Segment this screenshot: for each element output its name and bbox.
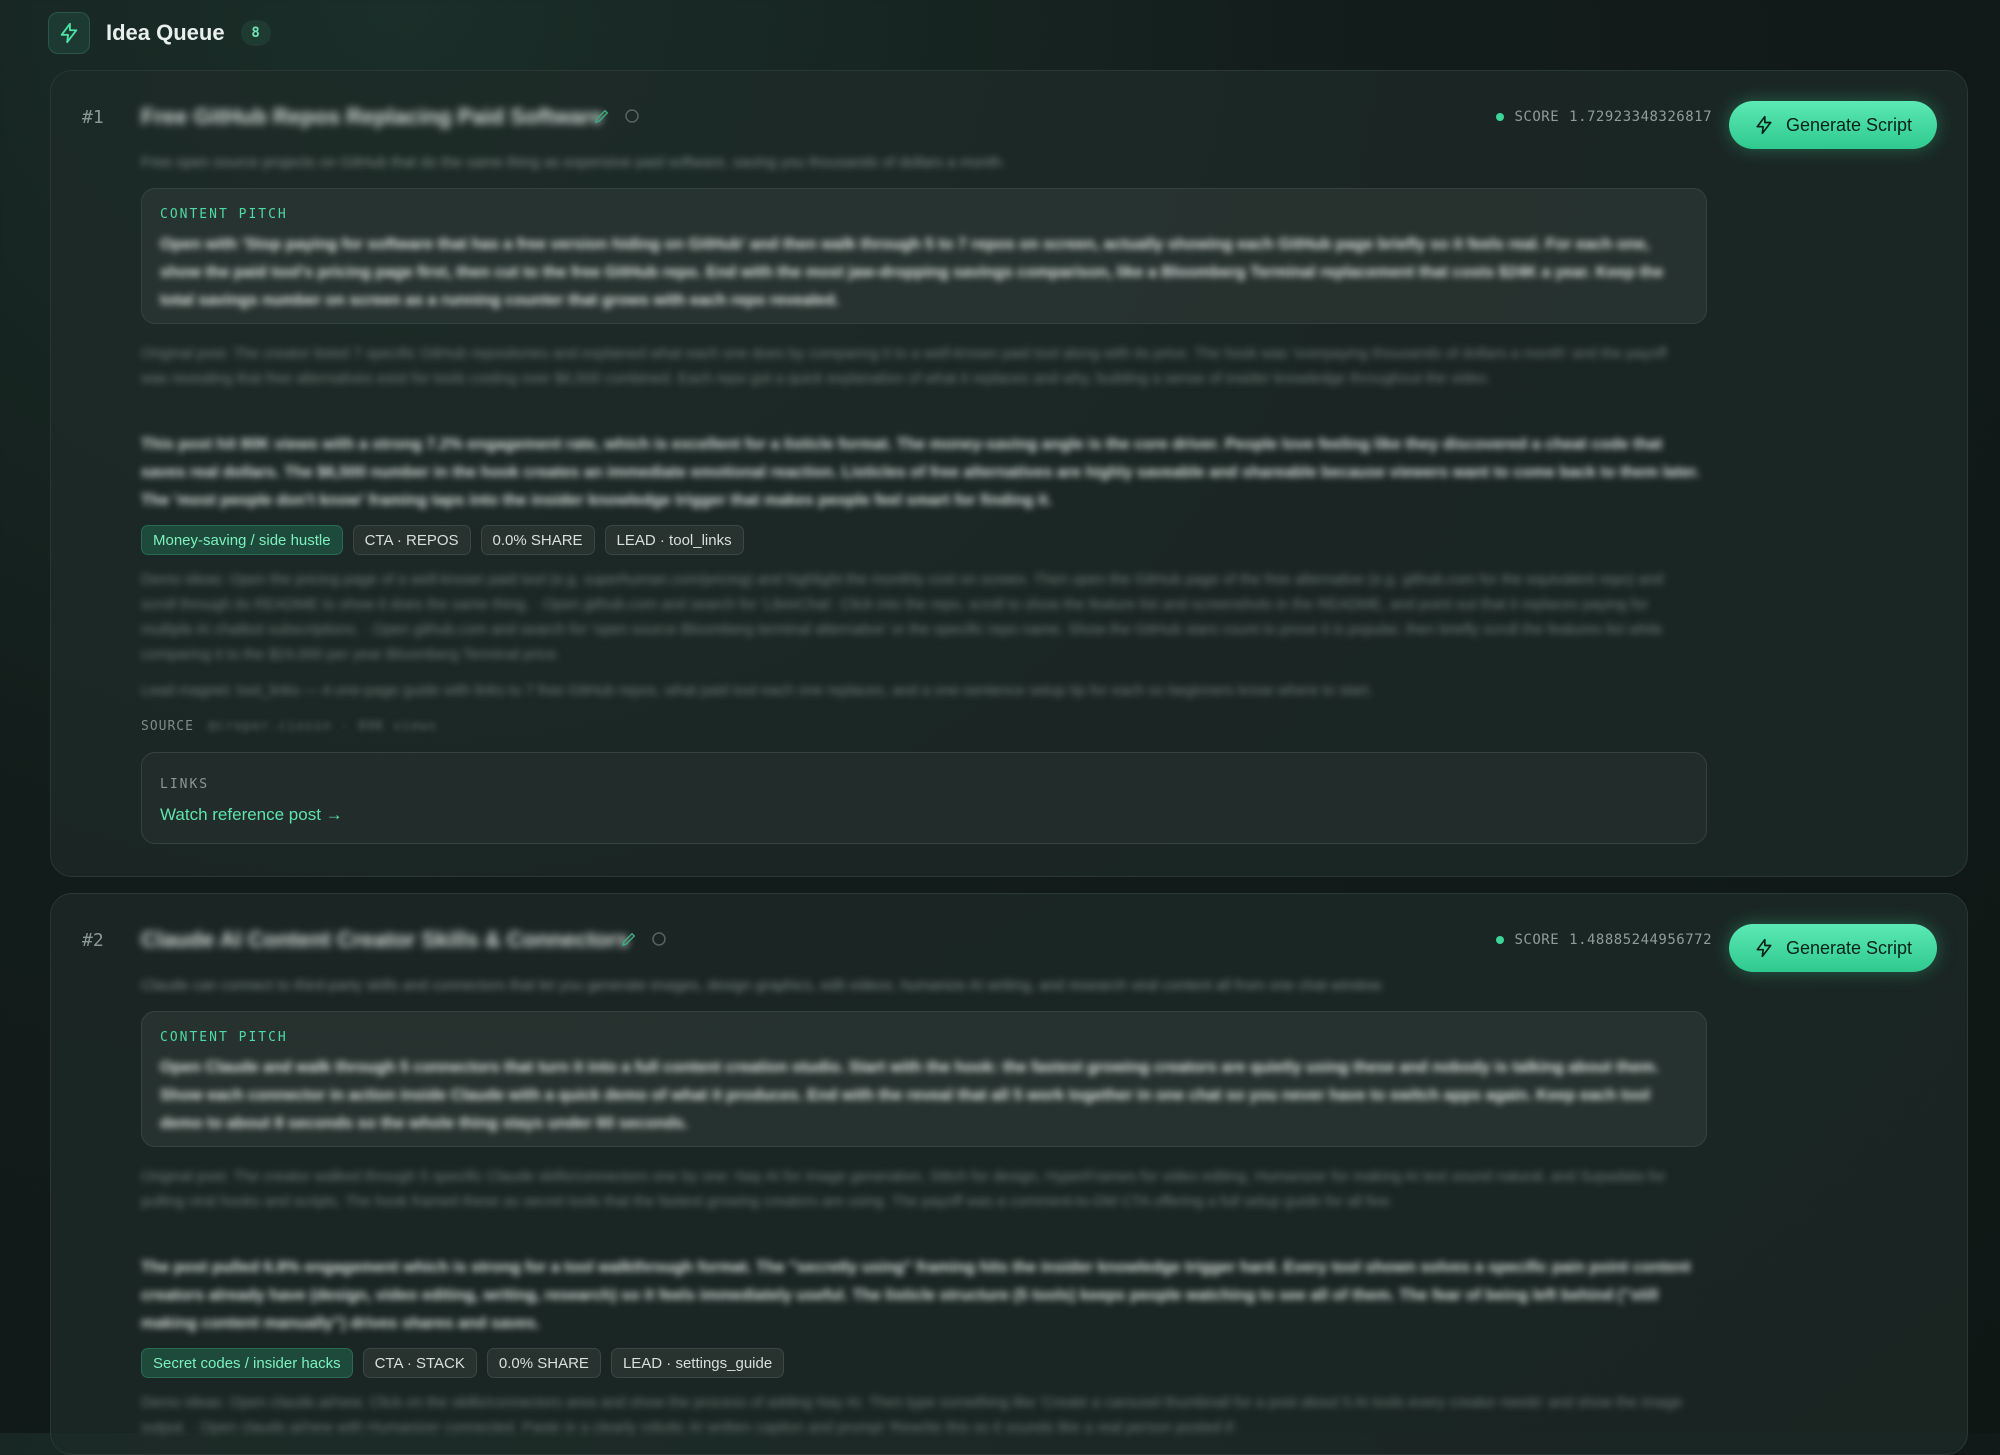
- cta-tag: CTA · STACK: [362, 1348, 477, 1378]
- star-icon[interactable]: [623, 107, 641, 125]
- content-pitch-label: CONTENT PITCH: [160, 1030, 288, 1045]
- app-header: Idea Queue 8: [48, 12, 271, 54]
- watch-reference-link[interactable]: Watch reference post →: [160, 805, 343, 825]
- demo-ideas-text: Demo ideas: Open the pricing page of a w…: [141, 571, 1664, 663]
- lead-tag: LEAD · settings_guide: [610, 1348, 785, 1378]
- edit-icon[interactable]: [593, 107, 611, 125]
- score-dot: [1496, 113, 1505, 121]
- source-line: SOURCE @creper.ciossn · 80K views: [141, 719, 437, 734]
- tag-row: Secret codes / insider hacks CTA · STACK…: [141, 1348, 785, 1378]
- idea-title: Claude AI Content Creator Skills & Conne…: [141, 927, 630, 952]
- score-value: 1.72923348326817: [1569, 109, 1712, 125]
- content-pitch-text: Open Claude and walk through 5 connector…: [160, 1059, 1659, 1132]
- generate-script-label: Generate Script: [1785, 114, 1913, 135]
- links-label: LINKS: [160, 777, 210, 792]
- page-title: Idea Queue: [106, 20, 225, 45]
- analysis-text: The post pulled 6.8% engagement which is…: [141, 1259, 1691, 1332]
- generate-script-label: Generate Script: [1785, 937, 1913, 958]
- original-post-text: Original post: The creator listed 7 spec…: [141, 345, 1667, 387]
- queue-count-badge: 8: [240, 20, 271, 46]
- lead-magnet-text: Lead magnet: tool_links — A one-page gui…: [141, 682, 1373, 699]
- edit-icon[interactable]: [620, 930, 638, 948]
- content-pitch-box: CONTENT PITCH Open with 'Stop paying for…: [141, 188, 1707, 324]
- star-icon[interactable]: [650, 930, 668, 948]
- idea-summary: Free open source projects on GitHub that…: [141, 154, 1006, 171]
- idea-card: #1 Free GitHub Repos Replacing Paid Soft…: [50, 70, 1968, 877]
- source-value: @creper.ciossn · 80K views: [207, 719, 438, 734]
- content-pitch-box: CONTENT PITCH Open Claude and walk throu…: [141, 1011, 1707, 1147]
- idea-title: Free GitHub Repos Replacing Paid Softwar…: [141, 104, 604, 129]
- tag-row: Money-saving / side hustle CTA · REPOS 0…: [141, 525, 744, 555]
- links-box: LINKS Watch reference post →: [141, 752, 1707, 844]
- score-value: 1.48885244956772: [1569, 932, 1712, 948]
- score-label: SCORE: [1514, 109, 1560, 125]
- analysis-text: This post hit 80K views with a strong 7.…: [141, 436, 1700, 509]
- share-tag: 0.0% SHARE: [480, 525, 595, 555]
- idea-rank: #2: [82, 930, 104, 951]
- bolt-icon: [1756, 115, 1772, 135]
- score-label: SCORE: [1514, 932, 1560, 948]
- idea-summary: Claude can connect to third-party skills…: [141, 977, 1385, 994]
- bolt-logo-icon: [48, 12, 90, 54]
- category-tag: Money-saving / side hustle: [141, 525, 343, 555]
- idea-card: #2 Claude AI Content Creator Skills & Co…: [50, 893, 1968, 1455]
- original-post-text: Original post: The creator walked throug…: [141, 1168, 1666, 1210]
- cta-tag: CTA · REPOS: [352, 525, 471, 555]
- score-dot: [1496, 936, 1505, 944]
- generate-script-button[interactable]: Generate Script: [1729, 101, 1937, 149]
- lead-tag: LEAD · tool_links: [604, 525, 744, 555]
- generate-script-button[interactable]: Generate Script: [1729, 924, 1937, 972]
- score-readout: SCORE 1.72923348326817: [1496, 109, 1712, 125]
- score-readout: SCORE 1.48885244956772: [1496, 932, 1712, 948]
- category-tag: Secret codes / insider hacks: [141, 1348, 353, 1378]
- bolt-icon: [1756, 938, 1772, 958]
- share-tag: 0.0% SHARE: [486, 1348, 601, 1378]
- content-pitch-text: Open with 'Stop paying for software that…: [160, 236, 1664, 309]
- title-actions: [620, 930, 668, 948]
- title-actions: [593, 107, 641, 125]
- source-label: SOURCE: [141, 719, 194, 734]
- idea-rank: #1: [82, 107, 104, 128]
- content-pitch-label: CONTENT PITCH: [160, 207, 288, 222]
